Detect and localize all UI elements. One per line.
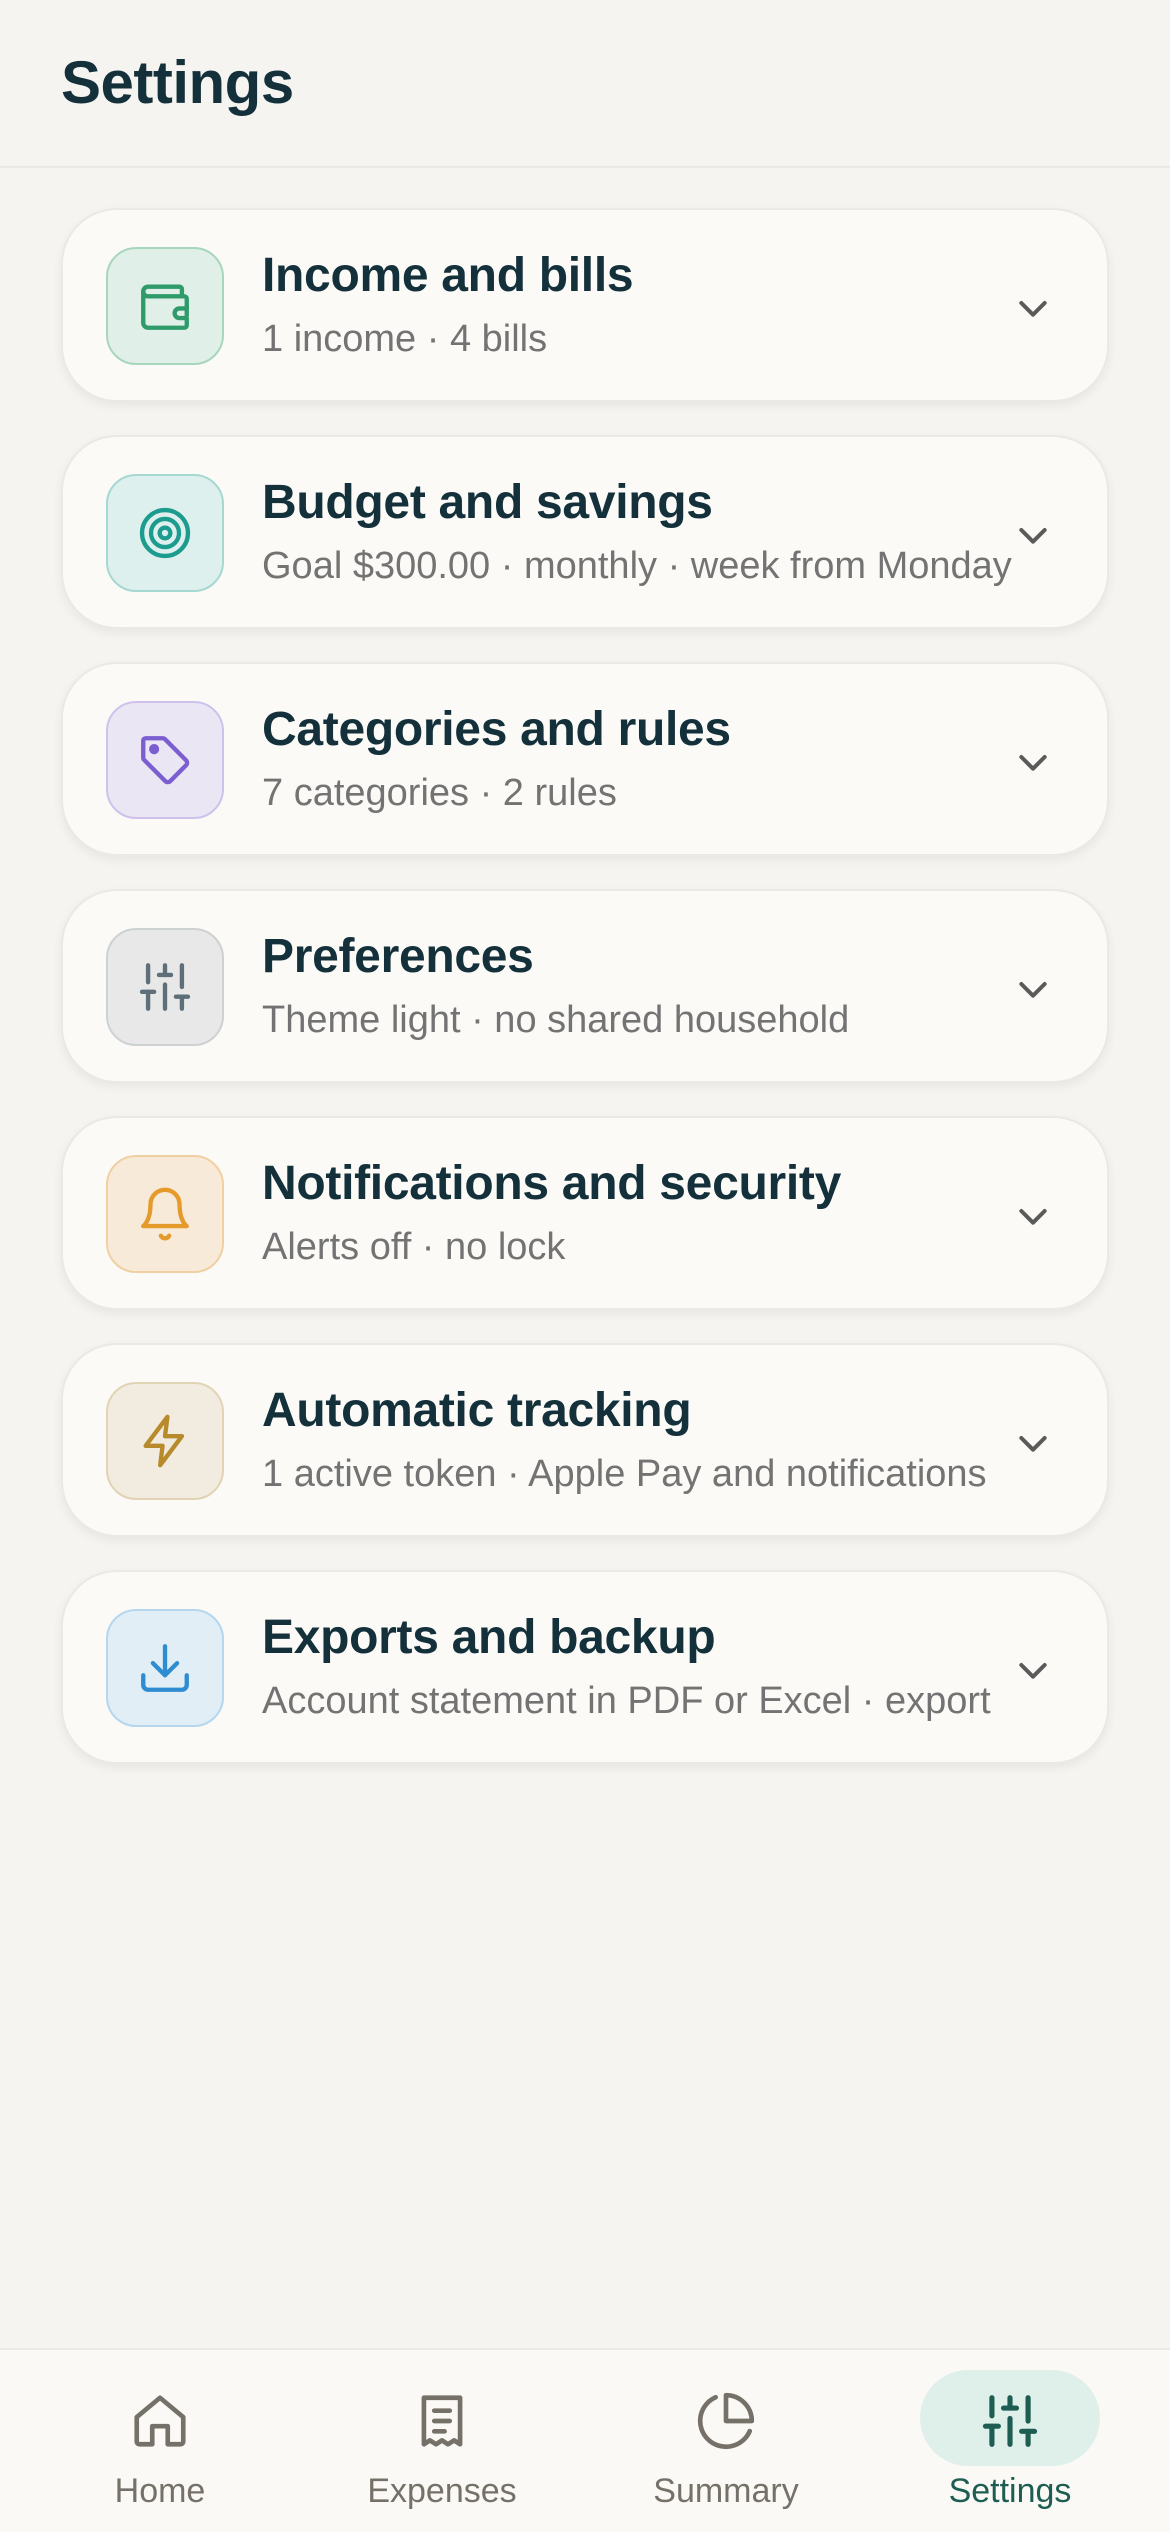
section-title: Automatic tracking — [262, 1384, 692, 1437]
chevron-down-icon[interactable] — [1013, 515, 1053, 555]
section-subtitle: Alerts off · no lock — [262, 1226, 566, 1268]
section-subtitle: 1 income · 4 bills — [262, 318, 548, 360]
download-icon — [106, 1609, 224, 1727]
page-title: Settings — [61, 49, 294, 116]
header: Settings — [0, 0, 1170, 168]
section-subtitle: Goal $300.00 · monthly · week from Monda… — [262, 545, 1012, 587]
section-subtitle: 7 categories · 2 rules — [262, 772, 617, 814]
sliders-icon — [106, 928, 224, 1046]
section-title: Categories and rules — [262, 703, 731, 756]
chevron-down-icon[interactable] — [1013, 742, 1053, 782]
chevron-down-icon[interactable] — [1013, 288, 1053, 328]
tag-icon — [106, 701, 224, 819]
section-subtitle: 1 active token · Apple Pay and notificat… — [262, 1453, 987, 1495]
section-title: Exports and backup — [262, 1611, 716, 1664]
tab-home[interactable]: Home — [60, 2370, 260, 2520]
tab-label: Summary — [653, 2472, 799, 2510]
section-title: Budget and savings — [262, 476, 713, 529]
tab-settings[interactable]: Settings — [910, 2370, 1110, 2520]
receipt-icon — [421, 2395, 463, 2447]
pie-chart-icon — [697, 2392, 755, 2450]
tab-bar: Home Expenses Summary Settings — [0, 2348, 1170, 2532]
lightning-icon — [106, 1382, 224, 1500]
chevron-down-icon[interactable] — [1013, 1650, 1053, 1690]
section-budget-and-savings[interactable]: Budget and savings Goal $300.00 · monthl… — [61, 435, 1109, 629]
section-subtitle: Theme light · no shared household — [262, 999, 850, 1041]
section-categories-and-rules[interactable]: Categories and rules 7 categories · 2 ru… — [61, 662, 1109, 856]
tab-summary[interactable]: Summary — [626, 2370, 826, 2520]
section-income-and-bills[interactable]: Income and bills 1 income · 4 bills — [61, 208, 1109, 402]
section-title: Preferences — [262, 930, 534, 983]
chevron-down-icon[interactable] — [1013, 969, 1053, 1009]
sliders-icon — [982, 2395, 1038, 2447]
section-title: Notifications and security — [262, 1157, 841, 1210]
section-preferences[interactable]: Preferences Theme light · no shared hous… — [61, 889, 1109, 1083]
tab-expenses[interactable]: Expenses — [342, 2370, 542, 2520]
tab-label: Home — [114, 2472, 206, 2510]
tab-label: Settings — [948, 2472, 1072, 2510]
target-icon — [106, 474, 224, 592]
wallet-icon — [106, 247, 224, 365]
section-subtitle: Account statement in PDF or Excel · expo… — [262, 1680, 991, 1722]
section-notifications-and-security[interactable]: Notifications and security Alerts off · … — [61, 1116, 1109, 1310]
chevron-down-icon[interactable] — [1013, 1423, 1053, 1463]
section-automatic-tracking[interactable]: Automatic tracking 1 active token · Appl… — [61, 1343, 1109, 1537]
home-icon — [134, 2395, 186, 2447]
tab-label: Expenses — [367, 2472, 517, 2510]
bell-icon — [106, 1155, 224, 1273]
section-exports-and-backup[interactable]: Exports and backup Account statement in … — [61, 1570, 1109, 1764]
chevron-down-icon[interactable] — [1013, 1196, 1053, 1236]
section-title: Income and bills — [262, 249, 634, 302]
